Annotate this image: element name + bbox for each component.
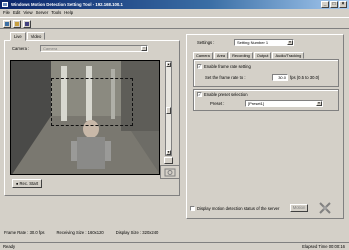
frame-rate-input[interactable]: 30.0 <box>272 74 288 81</box>
zoom-in-button[interactable] <box>164 157 173 164</box>
status-bar: Ready Elapsed Time 00:00:16 <box>0 242 349 250</box>
status-text: Ready <box>3 244 16 249</box>
app-icon <box>2 2 8 7</box>
zoom-scrollbar[interactable]: ▲ ▼ <box>165 61 172 156</box>
new-icon[interactable] <box>3 20 11 28</box>
preset-select[interactable]: [Preset1] ▼ <box>245 100 323 107</box>
tab-audio-tracking[interactable]: Audio/Tracking <box>272 52 305 59</box>
frame-rate-unit: fps (0.5 to 30.0) <box>290 75 320 80</box>
menu-bar: File Edit View Server Tools Help <box>0 9 349 17</box>
menu-server[interactable]: Server <box>36 9 49 17</box>
chevron-down-icon: ▼ <box>316 101 322 106</box>
snapshot-icon <box>164 168 176 177</box>
menu-help[interactable]: Help <box>64 9 73 17</box>
minimize-button[interactable]: _ <box>321 1 329 8</box>
settings-select[interactable]: Setting Number 1 ▼ <box>234 39 294 46</box>
camera-video-feed[interactable] <box>10 60 160 175</box>
frame-rate-checkbox[interactable]: ✓ <box>197 64 202 69</box>
motion-status-icon <box>319 202 331 214</box>
window-title: Windows Motion Detection Setting Tool - … <box>11 2 123 7</box>
preset-select-value: [Preset1] <box>248 101 265 106</box>
tab-recording[interactable]: Recording <box>229 52 253 59</box>
tab-live[interactable]: Live <box>10 32 26 41</box>
title-bar: Windows Motion Detection Setting Tool - … <box>0 0 349 9</box>
chevron-down-icon: ▼ <box>141 46 147 51</box>
chevron-down-icon: ▼ <box>287 40 293 45</box>
menu-edit[interactable]: Edit <box>13 9 20 17</box>
display-size-info: Display Size : 320x240 <box>115 230 159 235</box>
display-status-checkbox[interactable] <box>190 206 195 211</box>
scroll-down-icon[interactable]: ▼ <box>166 150 171 155</box>
settings-select-value: Setting Number 1 <box>237 40 269 45</box>
frame-rate-set-label: Set the frame rate to : <box>205 75 246 80</box>
settings-label: Settings : <box>197 40 215 45</box>
frame-rate-info: Frame Rate : 30.0 fps <box>4 230 45 235</box>
save-icon[interactable] <box>23 20 31 28</box>
scroll-thumb[interactable] <box>166 107 171 114</box>
menu-file[interactable]: File <box>3 9 10 17</box>
camera-select[interactable]: Camera ▼ <box>40 45 148 52</box>
tab-output[interactable]: Output <box>253 52 272 59</box>
tab-area[interactable]: Area <box>213 52 229 59</box>
motion-button[interactable]: Motion <box>290 204 308 212</box>
close-button[interactable]: × <box>339 1 347 8</box>
frame-rate-checkbox-label: Enable frame rate setting <box>204 64 251 69</box>
preset-label: Preset : <box>210 101 225 106</box>
rec-start-button[interactable]: ● Rec. Start <box>12 179 42 188</box>
preset-checkbox[interactable]: ✓ <box>197 92 202 97</box>
receiving-size-info: Receiving Size : 160x120 <box>56 230 104 235</box>
display-status-label: Display motion detection status of the s… <box>197 206 280 211</box>
camera-label: Camera : <box>12 46 30 51</box>
preset-checkbox-label: Enable preset selection <box>204 92 248 97</box>
camera-select-value: Camera <box>43 46 58 51</box>
scroll-up-icon[interactable]: ▲ <box>166 62 171 67</box>
maximize-button[interactable]: □ <box>330 1 338 8</box>
menu-tools[interactable]: Tools <box>51 9 61 17</box>
toolbar <box>0 17 349 29</box>
detection-area-rectangle[interactable] <box>51 78 133 126</box>
menu-view[interactable]: View <box>23 9 32 17</box>
elapsed-time: Elapsed Time 00:00:16 <box>302 244 345 249</box>
open-icon[interactable] <box>13 20 21 28</box>
stream-info: Frame Rate : 30.0 fps Receiving Size : 1… <box>4 230 158 235</box>
tab-video[interactable]: Video <box>26 32 46 40</box>
capture-button[interactable] <box>160 165 180 179</box>
